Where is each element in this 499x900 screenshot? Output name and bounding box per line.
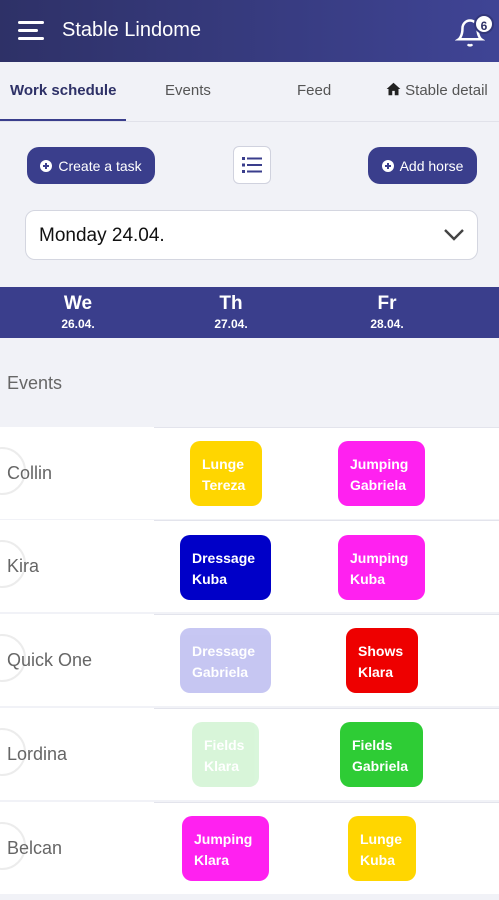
app-bar: Stable Lindome 6 <box>0 0 499 62</box>
menu-icon[interactable] <box>18 21 44 41</box>
task-type: Dressage <box>192 550 256 566</box>
day-name: Th <box>219 293 243 314</box>
task-type: Jumping <box>350 456 409 472</box>
create-task-button[interactable]: Create a task <box>27 147 155 184</box>
day-date: 28.04. <box>370 317 404 331</box>
horse-row: Quick One Dressage Gabriela Shows Klara <box>0 614 499 706</box>
day-date: 27.04. <box>214 317 248 331</box>
plus-circle-icon <box>40 159 53 172</box>
task-person: Gabriela <box>350 477 407 493</box>
task-card[interactable]: Dressage Gabriela <box>180 628 271 693</box>
home-icon <box>386 82 401 96</box>
task-person: Gabriela <box>352 758 409 774</box>
tab-feed[interactable]: Feed <box>297 82 331 99</box>
day-header: We 26.04. Th 27.04. Fr 28.04. <box>0 287 499 338</box>
horse-row: Belcan Jumping Klara Lunge Kuba <box>0 802 499 894</box>
horse-name[interactable]: Collin <box>7 463 52 484</box>
task-type: Fields <box>352 737 393 753</box>
tab-events[interactable]: Events <box>165 82 211 99</box>
task-person: Kuba <box>192 571 227 587</box>
task-person: Tereza <box>202 477 246 493</box>
tab-bar: Work schedule Events Feed Stable detail <box>0 62 499 122</box>
task-type: Jumping <box>350 550 409 566</box>
day-column-header[interactable]: Fr 28.04. <box>347 293 427 331</box>
task-card[interactable]: Jumping Gabriela <box>338 441 425 506</box>
plus-circle-icon <box>381 159 394 172</box>
list-view-button[interactable] <box>233 146 271 184</box>
task-type: Lunge <box>202 456 244 472</box>
task-card[interactable]: Shows Klara <box>346 628 418 693</box>
tab-stable-detail-label: Stable detail <box>405 82 488 99</box>
tab-stable-detail[interactable]: Stable detail <box>386 82 488 99</box>
task-person: Klara <box>358 664 394 680</box>
task-person: Klara <box>204 758 240 774</box>
task-type: Dressage <box>192 643 256 659</box>
task-card[interactable]: Lunge Kuba <box>348 816 416 881</box>
chevron-down-icon <box>444 229 464 241</box>
task-type: Jumping <box>194 831 253 847</box>
horse-name[interactable]: Kira <box>7 556 39 577</box>
selected-date: Monday 24.04. <box>39 225 165 246</box>
horse-row: Kira Dressage Kuba Jumping Kuba <box>0 520 499 612</box>
divider <box>0 121 499 122</box>
date-select[interactable]: Monday 24.04. <box>25 210 478 260</box>
tab-work-schedule[interactable]: Work schedule <box>10 82 116 99</box>
day-column-header[interactable]: Th 27.04. <box>191 293 271 331</box>
task-type: Shows <box>358 643 404 659</box>
task-type: Fields <box>204 737 245 753</box>
day-name: We <box>63 293 93 314</box>
task-card[interactable]: Jumping Klara <box>182 816 269 881</box>
list-icon <box>242 157 262 173</box>
notification-count-badge: 6 <box>474 14 494 34</box>
day-column-header[interactable]: We 26.04. <box>38 293 118 331</box>
notifications-button[interactable]: 6 <box>455 12 494 52</box>
task-person: Kuba <box>350 571 385 587</box>
task-person: Kuba <box>360 852 395 868</box>
add-horse-button[interactable]: Add horse <box>368 147 477 184</box>
horse-name[interactable]: Quick One <box>7 650 92 671</box>
day-name: Fr <box>377 293 397 314</box>
horse-row: Collin Lunge Tereza Jumping Gabriela <box>0 427 499 519</box>
task-card[interactable]: Fields Klara <box>192 722 259 787</box>
task-card[interactable]: Lunge Tereza <box>190 441 262 506</box>
create-task-label: Create a task <box>58 157 142 174</box>
task-type: Lunge <box>360 831 402 847</box>
task-card[interactable]: Dressage Kuba <box>180 535 271 600</box>
horse-name[interactable]: Belcan <box>7 838 62 859</box>
events-row-label: Events <box>7 373 63 393</box>
horse-row: Lordina Fields Klara Fields Gabriela <box>0 708 499 800</box>
task-person: Gabriela <box>192 664 249 680</box>
day-date: 26.04. <box>61 317 95 331</box>
task-card[interactable]: Jumping Kuba <box>338 535 425 600</box>
horse-name[interactable]: Lordina <box>7 744 67 765</box>
app-title: Stable Lindome <box>62 19 201 41</box>
add-horse-label: Add horse <box>399 157 464 174</box>
task-person: Klara <box>194 852 230 868</box>
task-card[interactable]: Fields Gabriela <box>340 722 423 787</box>
